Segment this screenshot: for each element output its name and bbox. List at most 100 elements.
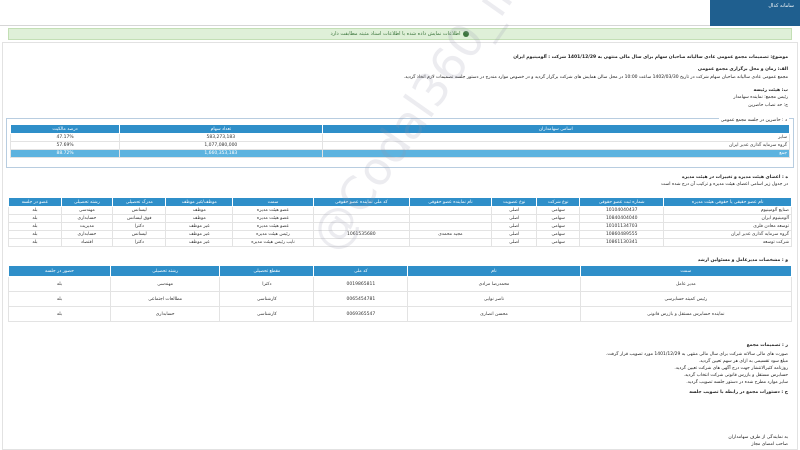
board-cell: 10101134703 — [578, 222, 665, 231]
board-cell: بله — [8, 206, 62, 215]
board-cell — [312, 206, 410, 215]
meeting-description: مجمع عمومی عادی سالیانه صاحبان سهام شرکت… — [403, 75, 788, 80]
col-duty: موظف/غیر موظف — [165, 197, 234, 207]
col-name: نام — [407, 265, 581, 277]
shareholders-table: اسامی سهامداران تعداد سهام درصد مالکیت س… — [9, 124, 791, 158]
col-title: سمت — [579, 265, 793, 277]
manager-cell: مهندسی — [109, 276, 221, 292]
board-cell: موظف — [165, 214, 234, 223]
table-row[interactable]: آلومینیوم ایران 10840404040 سهامی اصلی عضو ه… — [8, 214, 792, 223]
board-cell: سهامی — [536, 230, 580, 239]
board-cell: توسعه معادن فلزی — [663, 222, 792, 231]
board-cell: دکترا — [112, 222, 167, 231]
shareholders-title: د : حاضرین در جلسه مجمع عمومی — [718, 118, 789, 123]
decision-line: صورت های مالی سالانه شرکت برای سال مالی … — [605, 352, 788, 357]
decisions-title: ز : تصمیمات مجمع — [746, 343, 788, 348]
board-cell: غیر موظف — [165, 238, 234, 247]
board-cell: حسابداری — [60, 230, 114, 239]
manager-cell: کارشناسی — [219, 306, 315, 322]
board-table: نام عضو حقیقی یا حقوقی هیئت مدیره شماره … — [8, 197, 792, 247]
board-cell: اصلی — [491, 222, 538, 231]
col-national-id: کد ملی — [313, 265, 409, 277]
table-header-row: سمت نام کد ملی مقطع تحصیلی رشته تحصیلی ح… — [8, 265, 793, 277]
board-cell: فوق لیسانس — [112, 214, 167, 223]
table-row[interactable]: شرکت توسعه 10861130341 سهامی اصلی نایب رئیس … — [8, 238, 792, 247]
decision-line: حسابرس مستقل و بازرس قانونی شرکت انتخاب … — [683, 373, 788, 378]
board-title: ه : اعضای هیئت مدیره و تغییرات در هیئت م… — [681, 175, 788, 180]
col-ownership: درصد مالکیت — [9, 124, 121, 134]
manager-cell: حسابداری — [109, 306, 221, 322]
board-cell: اقتصاد — [60, 238, 114, 247]
table-row-total[interactable]: جمع 1,660,353,183 88.72% — [9, 149, 791, 158]
table-row[interactable]: مدیر عامل محمدرضا مرادی 0019865811 دکترا مهن… — [8, 276, 793, 292]
manager-cell: مطالعات اجتماعی — [109, 291, 221, 307]
board-cell: 10840404040 — [578, 214, 665, 223]
board-cell: آلومینیوم ایران — [663, 214, 792, 223]
col-position: سمت — [232, 197, 314, 207]
board-cell — [408, 222, 493, 231]
manager-cell: بله — [8, 306, 111, 322]
manager-cell: رئیس کمیته حسابرسی — [579, 291, 793, 307]
col-representative: نام نماینده عضو حقوقی — [408, 197, 493, 207]
col-reg-no: شماره ثبت عضو حقوقی — [578, 197, 665, 207]
table-row[interactable]: توسعه معادن فلزی 10101134703 سهامی اصلی عضو … — [8, 222, 792, 231]
cell-shares: 1,660,353,183 — [119, 149, 323, 158]
col-degree: مدرک تحصیلی — [112, 197, 167, 207]
board-cell: 10861130341 — [578, 238, 665, 247]
decision-line: روزنامه کثیرالانتشار جهت درج آگهی های شر… — [674, 366, 788, 371]
manager-cell: ناصر نوایی — [407, 291, 581, 307]
cell-name: گروه سرمایه گذاری غدیر ایران — [321, 141, 791, 150]
managers-title: و : مشخصات مدیرعامل و مسئولین ارشد — [697, 258, 788, 263]
board-cell — [408, 238, 493, 247]
manager-cell: بله — [8, 291, 111, 307]
cell-shares: 583,273,183 — [119, 133, 323, 142]
board-cell: 10104040437 — [578, 206, 665, 215]
board-cell: مهندسی — [60, 206, 114, 215]
manager-cell: 0019865811 — [313, 276, 409, 292]
board-cell: اصلی — [491, 206, 538, 215]
manager-cell: مدیر عامل — [579, 276, 793, 292]
table-row[interactable]: گروه سرمایه گذاری غدیر ایران 10860489555 س… — [8, 230, 792, 239]
cell-name: جمع — [321, 149, 791, 158]
decisions-extra: ح : دستورات مجمع در رابطه با تصویب جلسه — [689, 390, 788, 395]
col-company-type: نوع شرکت — [536, 197, 580, 207]
col-share-count: تعداد سهام — [119, 124, 323, 134]
board-cell: 10860489555 — [578, 230, 665, 239]
managers-table: سمت نام کد ملی مقطع تحصیلی رشته تحصیلی ح… — [8, 265, 793, 322]
board-cell — [312, 238, 410, 247]
board-cell: لیسانس — [112, 230, 167, 239]
manager-cell: محسن انصاری — [407, 306, 581, 322]
board-cell — [408, 214, 493, 223]
cell-percent: 57.69% — [9, 141, 121, 150]
footer-line-1: به نمایندگی از طرف سهامداران — [728, 435, 788, 440]
col-rep-id: کد ملی نماینده عضو حقوقی — [312, 197, 410, 207]
table-row[interactable]: سایر 583,273,183 47.17% — [9, 133, 791, 142]
decision-line: مبلغ سود تقسیمی به ازای هر سهم تعیین گرد… — [698, 359, 788, 364]
col-shareholder-name: اسامی سهامداران — [321, 124, 791, 134]
cell-name: سایر — [321, 133, 791, 142]
board-cell: بله — [8, 222, 62, 231]
board-cell: بله — [8, 214, 62, 223]
manager-cell: نماینده حسابرس مستقل و بازرس قانونی — [579, 306, 793, 322]
chairman-text: رئیس مجمع: نماینده سهامدار — [733, 95, 788, 100]
table-row[interactable]: نماینده حسابرس مستقل و بازرس قانونی محسن … — [8, 306, 793, 322]
board-cell: حسابداری — [60, 214, 114, 223]
cell-percent: 47.17% — [9, 133, 121, 142]
board-cell: موظف — [165, 206, 234, 215]
brand-title: سامانه کدال — [768, 3, 794, 9]
manager-cell: محمدرضا مرادی — [407, 276, 581, 292]
col-degree: مقطع تحصیلی — [219, 265, 315, 277]
table-row[interactable]: صنایع آلومینیوم 10104040437 سهامی اصلی عضو ه… — [8, 206, 792, 215]
table-row[interactable]: گروه سرمایه گذاری غدیر ایران 1,077,080,0… — [9, 141, 791, 150]
manager-cell: 0065454781 — [313, 291, 409, 307]
table-header-row: نام عضو حقیقی یا حقوقی هیئت مدیره شماره … — [8, 197, 792, 207]
quorum-text: ج: حد نصاب حاضرین — [748, 103, 788, 108]
board-cell — [312, 214, 410, 223]
board-cell: لیسانس — [112, 206, 167, 215]
board-cell: سهامی — [536, 222, 580, 231]
report-subject: موضوع: تصمیمات مجمع عمومی عادی سالیانه ص… — [513, 55, 788, 60]
table-row[interactable]: رئیس کمیته حسابرسی ناصر نوایی 0065454781 کا… — [8, 291, 793, 307]
section-a-title: الف: زمان و محل برگزاری مجمع عمومی — [697, 67, 788, 72]
manager-cell: بله — [8, 276, 111, 292]
board-cell: گروه سرمایه گذاری غدیر ایران — [663, 230, 792, 239]
